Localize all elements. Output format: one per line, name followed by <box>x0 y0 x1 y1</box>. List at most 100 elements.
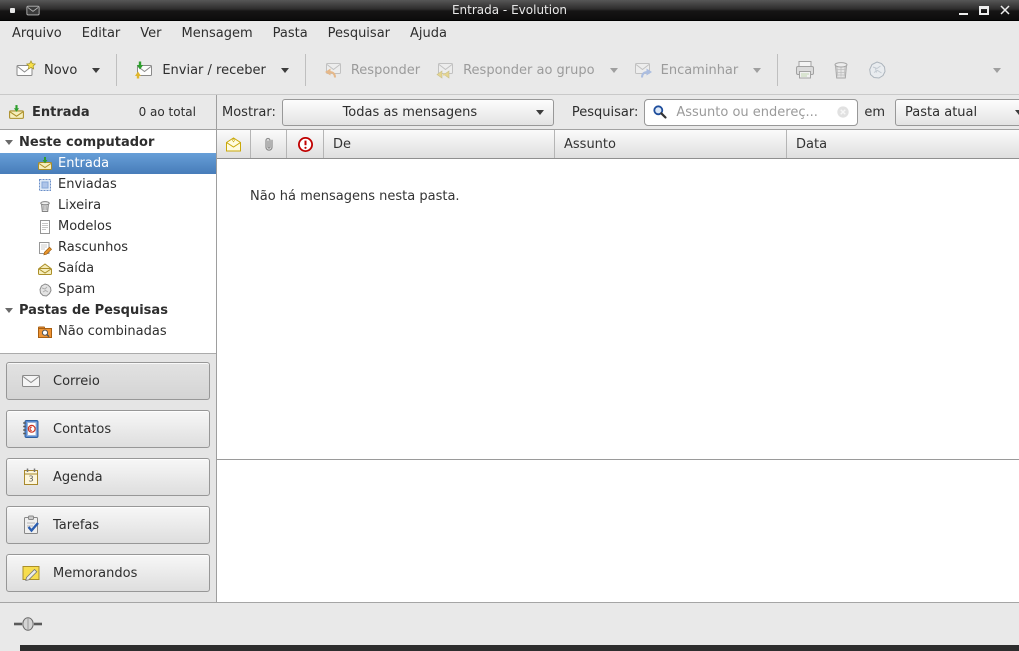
switcher-label: Contatos <box>53 422 111 437</box>
print-button[interactable] <box>787 52 823 88</box>
column-date[interactable]: Data <box>787 130 1019 158</box>
scope-in-label: em <box>864 105 885 120</box>
tree-section-label: Neste computador <box>19 135 154 150</box>
print-icon <box>793 58 817 82</box>
reply-group-dropdown-arrow-icon[interactable] <box>610 68 618 73</box>
folder-item-label: Rascunhos <box>58 240 128 255</box>
sent-icon <box>37 177 53 193</box>
templates-icon <box>37 219 53 235</box>
menu-ajuda[interactable]: Ajuda <box>400 23 457 44</box>
search-scope-dropdown[interactable]: Pasta atual <box>895 99 1019 126</box>
inbox-icon <box>37 156 53 172</box>
switcher-tarefas[interactable]: Tarefas <box>6 506 210 544</box>
switcher-agenda[interactable]: 3 Agenda <box>6 458 210 496</box>
column-read-status[interactable] <box>217 130 251 158</box>
toolbar: Novo Enviar / receber Responder Responde… <box>0 46 1019 95</box>
reply-group-button[interactable]: Responder ao grupo <box>427 52 625 88</box>
switcher-correio[interactable]: Correio <box>6 362 210 400</box>
toolbar-separator <box>777 54 778 86</box>
folder-item-saida[interactable]: Saída <box>0 258 216 279</box>
show-filter-dropdown[interactable]: Todas as mensagens <box>282 99 554 126</box>
clear-search-icon[interactable] <box>836 105 850 119</box>
column-attachment[interactable] <box>251 130 287 158</box>
tree-section-label: Pastas de Pesquisas <box>19 303 168 318</box>
folder-item-label: Saída <box>58 261 94 276</box>
forward-dropdown-arrow-icon[interactable] <box>753 68 761 73</box>
folder-item-modelos[interactable]: Modelos <box>0 216 216 237</box>
new-mail-icon <box>15 59 37 81</box>
tasks-icon <box>20 514 42 536</box>
maximize-icon[interactable] <box>979 6 989 15</box>
search-folder-icon <box>37 324 53 340</box>
show-label: Mostrar: <box>222 105 276 120</box>
folder-item-label: Entrada <box>58 156 109 171</box>
tree-section-local[interactable]: Neste computador <box>0 132 216 153</box>
window-controls <box>959 5 1019 15</box>
view-switcher: Correio Contatos 3 Agenda Tarefas <box>0 354 216 602</box>
junk-icon <box>865 58 889 82</box>
attachment-icon <box>262 136 276 153</box>
menu-pesquisar[interactable]: Pesquisar <box>318 23 400 44</box>
menu-editar[interactable]: Editar <box>72 23 131 44</box>
new-button-label: Novo <box>44 63 77 78</box>
reply-group-label: Responder ao grupo <box>463 63 595 78</box>
toolbar-separator <box>305 54 306 86</box>
menu-ver[interactable]: Ver <box>130 23 171 44</box>
column-date-label: Data <box>796 137 827 152</box>
junk-button[interactable] <box>859 52 895 88</box>
important-icon <box>297 136 314 153</box>
message-list-header: De Assunto Data <box>217 130 1019 159</box>
preview-pane <box>217 460 1019 601</box>
folder-item-label: Spam <box>58 282 95 297</box>
forward-icon <box>632 59 654 81</box>
reply-button[interactable]: Responder <box>315 52 427 88</box>
show-filter-value: Todas as mensagens <box>292 105 528 120</box>
online-plug-icon[interactable] <box>13 615 43 633</box>
close-icon[interactable] <box>1000 5 1010 15</box>
column-subject[interactable]: Assunto <box>555 130 787 158</box>
folder-item-label: Lixeira <box>58 198 101 213</box>
calendar-icon: 3 <box>20 466 42 488</box>
folder-item-nao-combinadas[interactable]: Não combinadas <box>0 321 216 342</box>
menu-mensagem[interactable]: Mensagem <box>172 23 263 44</box>
filter-controls: Mostrar: Todas as mensagens Pesquisar: e… <box>217 95 1019 129</box>
column-important[interactable] <box>287 130 324 158</box>
new-button[interactable]: Novo <box>8 52 107 88</box>
folder-item-label: Modelos <box>58 219 112 234</box>
switcher-contatos[interactable]: Contatos <box>6 410 210 448</box>
reply-button-label: Responder <box>351 63 420 78</box>
inbox-icon <box>8 104 25 121</box>
folder-item-spam[interactable]: Spam <box>0 279 216 300</box>
search-label: Pesquisar: <box>572 105 639 120</box>
delete-button[interactable] <box>823 52 859 88</box>
read-status-icon <box>225 137 242 152</box>
switcher-memorandos[interactable]: Memorandos <box>6 554 210 592</box>
forward-button-label: Encaminhar <box>661 63 739 78</box>
folder-item-entrada[interactable]: Entrada <box>0 153 216 174</box>
window-title: Entrada - Evolution <box>0 3 1019 17</box>
toolbar-separator <box>116 54 117 86</box>
desktop-panel-edge <box>20 645 1019 651</box>
tree-section-search-folders[interactable]: Pastas de Pesquisas <box>0 300 216 321</box>
folder-item-enviadas[interactable]: Enviadas <box>0 174 216 195</box>
send-receive-dropdown-arrow-icon[interactable] <box>281 68 289 73</box>
column-from[interactable]: De <box>324 130 555 158</box>
expander-icon[interactable] <box>5 140 13 145</box>
search-box[interactable] <box>644 99 858 126</box>
send-receive-icon <box>133 59 155 81</box>
send-receive-button[interactable]: Enviar / receber <box>126 52 296 88</box>
expander-icon[interactable] <box>5 308 13 313</box>
folder-item-rascunhos[interactable]: Rascunhos <box>0 237 216 258</box>
menu-pasta[interactable]: Pasta <box>263 23 318 44</box>
reply-group-icon <box>434 59 456 81</box>
trash-icon <box>829 58 853 82</box>
menu-arquivo[interactable]: Arquivo <box>2 23 72 44</box>
forward-button[interactable]: Encaminhar <box>625 52 769 88</box>
toolbar-overflow-arrow-icon[interactable] <box>993 68 1001 73</box>
message-list[interactable]: Não há mensagens nesta pasta. <box>217 159 1019 460</box>
new-dropdown-arrow-icon[interactable] <box>92 68 100 73</box>
folder-item-lixeira[interactable]: Lixeira <box>0 195 216 216</box>
search-input[interactable] <box>674 104 830 121</box>
message-area: De Assunto Data Não há mensagens nesta p… <box>217 130 1019 602</box>
minimize-icon[interactable] <box>959 13 968 15</box>
